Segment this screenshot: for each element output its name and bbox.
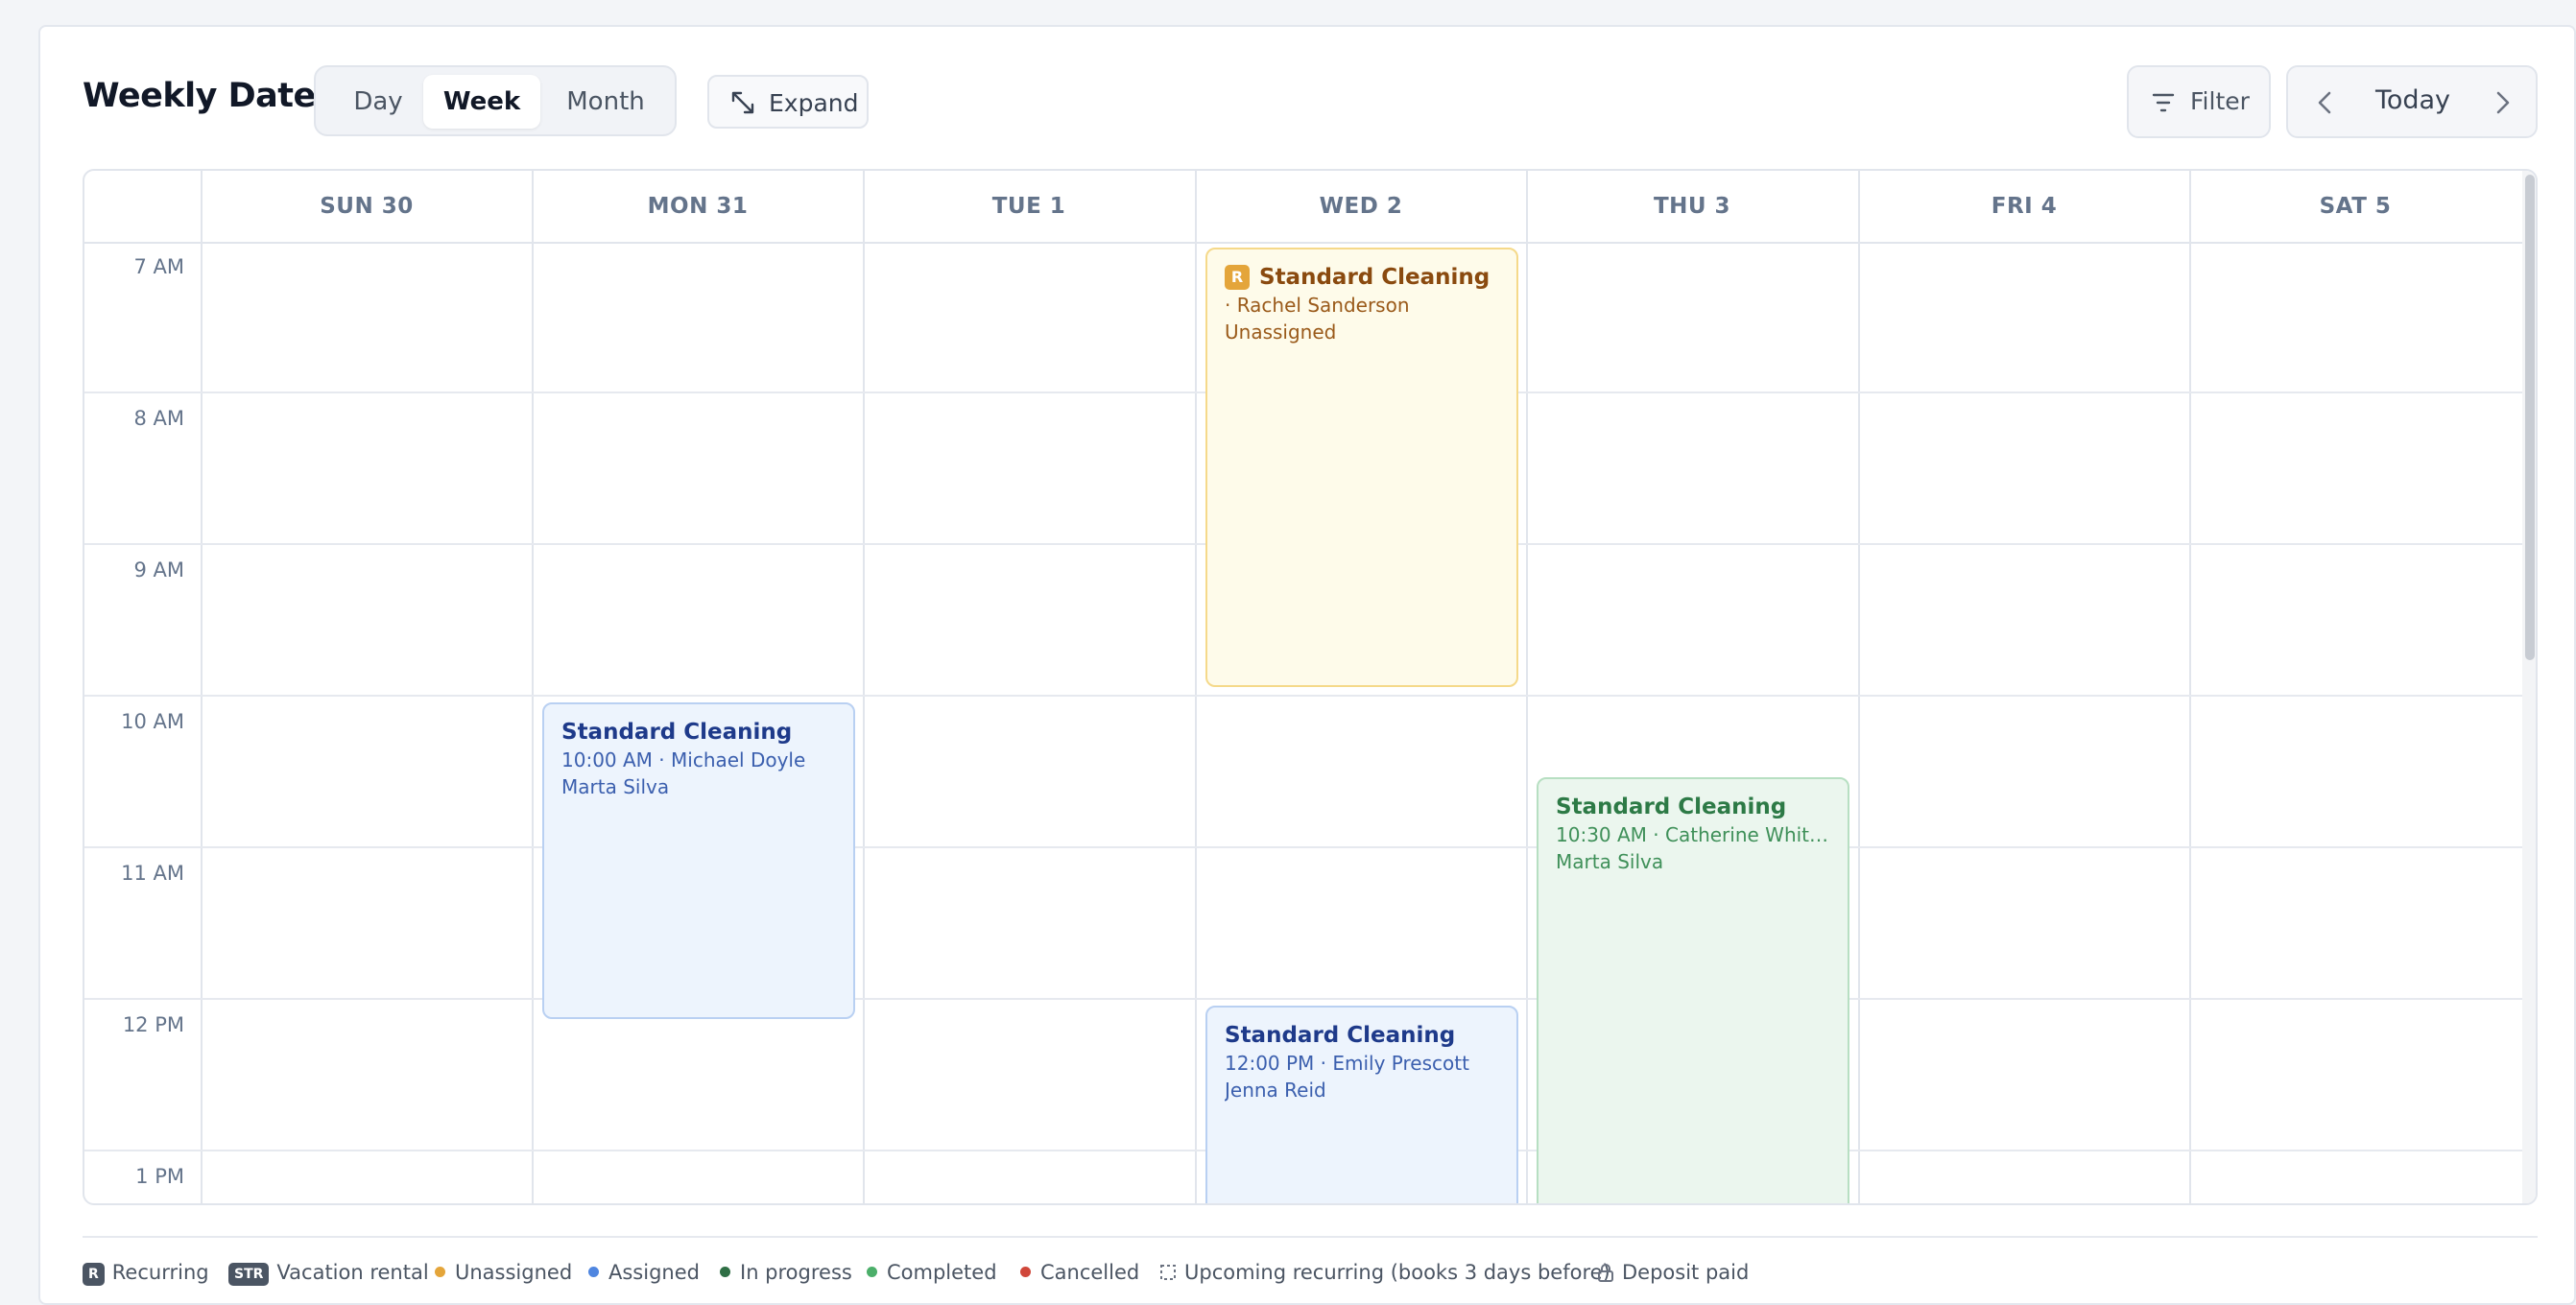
legend-vacation-rental: STR Vacation rental [228,1261,429,1286]
event-card[interactable]: Standard Cleaning 10:00 AM · Michael Doy… [542,702,855,1019]
view-day-button[interactable]: Day [325,75,431,129]
hour-divider [84,998,2522,1000]
chevron-right-icon[interactable] [2488,88,2516,117]
time-label: 11 AM [121,862,184,885]
filter-label: Filter [2190,87,2250,115]
day-header-tue[interactable]: TUE 1 [864,171,1194,242]
event-card[interactable]: Standard Cleaning 10:30 AM · Catherine W… [1537,777,1849,1203]
column-divider [201,171,203,1203]
legend-deposit-paid: Deposit paid [1597,1261,1749,1284]
event-title: Standard Cleaning [1556,795,1787,819]
legend-completed: Completed [867,1261,997,1284]
day-header-fri[interactable]: FRI 4 [1859,171,2189,242]
status-dot [720,1267,730,1277]
expand-button[interactable]: Expand [707,75,869,129]
event-assignee: Unassigned [1225,320,1337,344]
legend-label: Cancelled [1040,1261,1140,1284]
legend-unassigned: Unassigned [435,1261,572,1284]
legend-assigned: Assigned [588,1261,700,1284]
event-assignee: Jenna Reid [1225,1079,1326,1102]
event-client: · Rachel Sanderson [1225,294,1410,317]
hour-divider [84,695,2522,697]
legend-upcoming-recurring: Upcoming recurring (books 3 days before) [1159,1261,1610,1284]
vertical-scrollbar[interactable] [2522,171,2536,1203]
legend-label: Completed [887,1261,997,1284]
column-divider [1195,171,1197,1203]
legend-in-progress: In progress [720,1261,852,1284]
legend-label: Vacation rental [276,1261,429,1284]
date-navigation: Today [2286,65,2538,138]
event-assignee: Marta Silva [561,775,670,798]
view-month-button[interactable]: Month [544,75,667,129]
column-divider [2189,171,2191,1203]
legend-label: Unassigned [455,1261,573,1284]
dashed-box-icon [1160,1265,1176,1280]
event-time-client: 10:00 AM · Michael Doyle [561,748,806,771]
day-header-thu[interactable]: THU 3 [1527,171,1857,242]
day-header-mon[interactable]: MON 31 [533,171,863,242]
legend-label: In progress [740,1261,852,1284]
day-header-sun[interactable]: SUN 30 [202,171,532,242]
status-dot [435,1267,445,1277]
legend-recurring: R Recurring [83,1261,209,1286]
column-divider [532,171,534,1203]
filter-icon [2152,93,2175,112]
time-label: 12 PM [122,1013,184,1036]
event-title-row: R Standard Cleaning [1225,265,1499,290]
calendar-header: SUN 30 MON 31 TUE 1 WED 2 THU 3 FRI 4 SA… [84,171,2536,244]
event-time-client: 10:30 AM · Catherine Whitmo… [1556,823,1830,846]
status-dot [588,1267,599,1277]
status-dot [1020,1267,1031,1277]
column-divider [1858,171,1860,1203]
event-title: Standard Cleaning [1259,265,1491,290]
lock-icon [1598,1264,1613,1282]
legend-label: Upcoming recurring (books 3 days before) [1184,1261,1610,1284]
expand-icon [731,91,754,114]
time-label: 10 AM [121,710,184,733]
time-label: 8 AM [133,407,184,430]
event-title: Standard Cleaning [561,720,793,745]
column-divider [1526,171,1528,1203]
time-label: 7 AM [133,255,184,278]
legend-divider [83,1236,2538,1238]
time-label: 1 PM [135,1165,184,1188]
view-week-button[interactable]: Week [423,75,540,129]
recurring-badge: R [83,1263,105,1286]
column-divider [863,171,865,1203]
week-calendar-grid: SUN 30 MON 31 TUE 1 WED 2 THU 3 FRI 4 SA… [83,169,2538,1205]
time-label: 9 AM [133,558,184,581]
legend-cancelled: Cancelled [1020,1261,1139,1284]
event-time-client: 12:00 PM · Emily Prescott [1225,1052,1469,1075]
event-title: Standard Cleaning [1225,1023,1456,1048]
event-assignee: Marta Silva [1556,850,1664,873]
event-card[interactable]: R Standard Cleaning · Rachel Sanderson Un… [1205,248,1518,687]
view-switcher: Day Week Month [314,65,677,136]
today-button[interactable]: Today [2355,85,2470,115]
legend-label: Deposit paid [1622,1261,1750,1284]
legend-label: Recurring [111,1261,209,1284]
page-title: Weekly Dates [83,77,336,115]
scrollbar-thumb[interactable] [2525,175,2535,660]
chevron-left-icon[interactable] [2311,88,2340,117]
filter-button[interactable]: Filter [2127,65,2271,138]
day-header-wed[interactable]: WED 2 [1196,171,1526,242]
event-card[interactable]: Standard Cleaning 12:00 PM · Emily Presc… [1205,1006,1518,1203]
day-header-sat[interactable]: SAT 5 [2190,171,2520,242]
hour-divider [84,846,2522,848]
expand-label: Expand [769,89,859,117]
str-badge: STR [228,1263,270,1286]
legend-label: Assigned [608,1261,700,1284]
status-dot [867,1267,877,1277]
recurring-badge: R [1225,265,1250,290]
